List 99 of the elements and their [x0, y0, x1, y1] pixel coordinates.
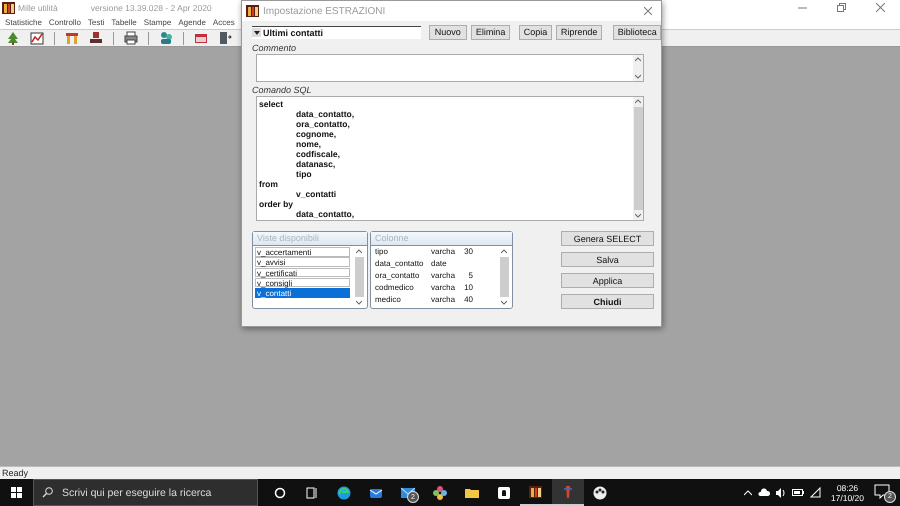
clock-date[interactable]: 17/10/20: [830, 492, 864, 502]
menu-item[interactable]: Statistiche: [4, 18, 48, 26]
app-logo-icon: [2, 0, 15, 14]
notification-icon[interactable]: [874, 482, 890, 498]
list-item[interactable]: v_certificati: [255, 268, 350, 278]
scrollbar-thumb[interactable]: [500, 257, 508, 297]
dialog-title: Impostazione ESTRAZIONI: [263, 6, 386, 16]
people-icon[interactable]: [159, 31, 173, 45]
code-line: tipo: [295, 169, 313, 179]
door-icon[interactable]: [218, 31, 232, 45]
scroll-down-icon[interactable]: [501, 300, 507, 305]
action-button[interactable]: Applica: [561, 273, 654, 288]
code-line: select: [259, 99, 284, 109]
column-type: varcha: [431, 295, 456, 306]
column-type: varcha: [431, 271, 456, 282]
list-item[interactable]: v_avvisi: [255, 257, 350, 267]
search-placeholder: Scrivi qui per eseguire la ricerca: [62, 486, 212, 498]
column-type: varcha: [431, 247, 456, 258]
battery-icon[interactable]: [792, 488, 804, 497]
panel-title: Viste disponibili: [253, 232, 367, 246]
restore-icon[interactable]: [837, 3, 846, 12]
toolbar-button[interactable]: Nuovo: [428, 24, 467, 40]
list-item[interactable]: v_consigli: [255, 278, 350, 288]
code-line: cognome,: [295, 129, 338, 139]
browser-icon[interactable]: [337, 486, 351, 500]
list-item[interactable]: v_contatti: [255, 288, 350, 298]
task-view-icon[interactable]: [306, 486, 318, 498]
chart-icon[interactable]: [30, 31, 44, 45]
scroll-down-icon[interactable]: [635, 74, 641, 79]
column-size: 10: [463, 283, 473, 294]
calendar-icon[interactable]: [194, 31, 208, 45]
lock-icon[interactable]: [497, 486, 511, 500]
toolbar-button[interactable]: Elimina: [470, 24, 510, 40]
search-field[interactable]: Scrivi qui per eseguire la ricerca: [33, 479, 258, 506]
column-size: 5: [468, 271, 473, 282]
action-button[interactable]: Chiudi: [561, 294, 654, 309]
app-logo-icon[interactable]: [529, 484, 543, 498]
scroll-up-icon[interactable]: [501, 249, 507, 254]
scroll-down-icon[interactable]: [356, 300, 362, 305]
code-line: data_contatto,: [295, 209, 354, 219]
search-icon: [42, 487, 53, 498]
chevron-up-icon[interactable]: [744, 490, 752, 496]
scroll-down-icon[interactable]: [635, 213, 641, 218]
menu-item[interactable]: Acces: [212, 18, 241, 26]
field-label: Comando SQL: [252, 85, 313, 96]
toolbar-button[interactable]: Biblioteca: [612, 24, 661, 40]
printer-icon[interactable]: [124, 31, 138, 45]
panel-title: Colonne: [371, 232, 512, 246]
toolbar-button[interactable]: Copia: [518, 24, 552, 40]
code-line: order by: [259, 199, 294, 209]
code-line: datanasc,: [295, 159, 336, 169]
scroll-up-icon[interactable]: [356, 249, 362, 254]
sql-editor[interactable]: select data_contatto, ora_contatto, cognome, nome, codfiscale, datanasc, tipo from v_contatti order by data_contatto,: [256, 96, 644, 221]
field-label: Commento: [252, 43, 298, 54]
menu-item[interactable]: Testi: [86, 18, 110, 26]
code-line: v_contatti: [295, 189, 338, 199]
close-icon[interactable]: [876, 3, 885, 12]
action-button[interactable]: Genera SELECT: [561, 231, 654, 246]
code-line: nome,: [295, 139, 322, 149]
code-line: data_contatto,: [295, 109, 354, 119]
menu-item[interactable]: Agende: [177, 18, 212, 26]
stamp-icon[interactable]: [89, 31, 103, 45]
scroll-up-icon[interactable]: [635, 99, 641, 104]
column-size: 40: [463, 295, 473, 306]
code-line: ora_contatto,: [295, 119, 351, 129]
clock-time[interactable]: 08:26: [836, 482, 858, 492]
comment-field[interactable]: [256, 54, 644, 82]
scroll-up-icon[interactable]: [635, 57, 641, 62]
menu-item[interactable]: Tabelle: [110, 18, 143, 26]
speaker-icon[interactable]: [776, 488, 786, 498]
flower-icon[interactable]: [433, 486, 447, 500]
dropdown-arrow-icon: [254, 30, 260, 34]
list-item[interactable]: v_accertamenti: [255, 247, 350, 256]
column-name: ora_contatto: [375, 271, 420, 282]
app-logo-icon: [246, 4, 259, 18]
window-title: Mille utilità: [18, 2, 58, 12]
column-name: data_contatto: [375, 259, 424, 270]
status-bar: Ready: [0, 466, 900, 479]
column-name: tipo: [375, 247, 389, 258]
scrollbar-thumb[interactable]: [634, 107, 642, 210]
version-text: versione 13.39.028 - 2 Apr 2020: [90, 2, 212, 12]
scrollbar-thumb[interactable]: [354, 257, 364, 297]
close-icon[interactable]: [644, 7, 652, 15]
column-type: date: [431, 259, 448, 270]
column-type: varcha: [431, 283, 456, 294]
tree-icon[interactable]: [6, 31, 20, 45]
menu-item[interactable]: Controllo: [48, 18, 87, 26]
toolbar-button[interactable]: Riprende: [556, 24, 602, 40]
menu-item[interactable]: Stampe: [142, 18, 178, 26]
code-line: from: [259, 179, 279, 189]
code-line: codfiscale,: [295, 149, 341, 159]
column-name: medico: [375, 295, 402, 306]
windows-logo-icon[interactable]: [11, 487, 22, 498]
column-name: codmedico: [375, 283, 415, 294]
query-dropdown[interactable]: Ultimi contatti: [252, 26, 421, 38]
column-size: 30: [463, 247, 473, 258]
cortana-circle-icon[interactable]: [274, 486, 286, 498]
cloud-icon[interactable]: [758, 488, 770, 497]
action-button[interactable]: Salva: [561, 252, 654, 267]
